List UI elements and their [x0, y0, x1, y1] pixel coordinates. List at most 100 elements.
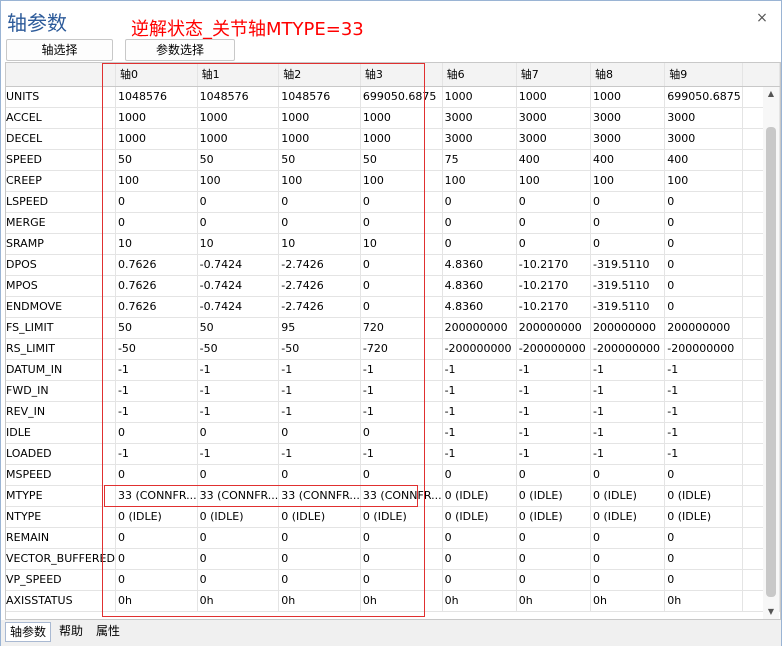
table-cell[interactable]: -720 [360, 338, 443, 360]
table-cell[interactable]: -200000000 [590, 338, 666, 360]
table-cell[interactable]: 0 [278, 527, 361, 549]
table-cell[interactable]: 3000 [664, 128, 744, 150]
table-cell[interactable]: -1 [278, 401, 361, 423]
table-cell[interactable]: 3000 [442, 128, 517, 150]
tab-properties[interactable]: 属性 [92, 622, 124, 642]
column-header[interactable] [742, 63, 780, 87]
table-cell[interactable]: 0 [664, 296, 744, 318]
table-cell[interactable]: 0 (IDLE) [590, 506, 666, 528]
table-cell[interactable]: 100 [442, 170, 517, 192]
table-row[interactable]: LOADED -1 -1 -1 -1 -1 -1 -1 -1 [6, 443, 780, 465]
table-cell[interactable]: -1 [360, 443, 443, 465]
column-header[interactable]: 轴8 [590, 63, 666, 87]
table-cell[interactable]: 0 [516, 464, 592, 486]
table-cell[interactable]: 0 [590, 527, 666, 549]
table-cell[interactable]: 0 [360, 191, 443, 213]
table-row[interactable]: MPOS 0.7626 -0.7424 -2.7426 0 4.8360 -10.2170-… [6, 275, 780, 297]
table-row[interactable]: FS_LIMIT 50 50 95 720 200000000 200000000 20000… [6, 317, 780, 339]
table-cell[interactable]: 0 [664, 527, 744, 549]
table-cell[interactable]: 0 [278, 422, 361, 444]
table-cell[interactable]: 3000 [442, 107, 517, 129]
table-cell[interactable]: -1 [442, 380, 517, 402]
table-cell[interactable]: 1000 [278, 107, 361, 129]
table-cell[interactable]: 50 [197, 149, 280, 171]
table-cell[interactable]: 0 [278, 464, 361, 486]
table-row[interactable]: SRAMP 10 10 10 10 0 0 0 0 [6, 233, 780, 255]
table-cell[interactable]: -1 [442, 359, 517, 381]
table-cell[interactable]: -1 [516, 380, 592, 402]
table-cell[interactable]: -1 [360, 359, 443, 381]
table-cell[interactable]: -0.7424 [197, 254, 280, 276]
table-cell[interactable]: 0 [360, 275, 443, 297]
table-cell[interactable]: 0 [664, 233, 744, 255]
table-cell[interactable]: 0 [360, 296, 443, 318]
table-row[interactable]: AXISSTATUS 0h 0h 0h 0h 0h 0h 0h 0h [6, 590, 780, 612]
table-cell[interactable]: 1000 [360, 107, 443, 129]
table-cell[interactable]: 4.8360 [442, 254, 517, 276]
table-row[interactable]: UNITS 1048576 1048576 1048576 699050.6875 100… [6, 86, 780, 108]
table-cell[interactable]: 0 [360, 569, 443, 591]
table-cell[interactable]: -1 [442, 401, 517, 423]
table-cell[interactable]: -1 [590, 359, 666, 381]
column-header[interactable]: 轴0 [115, 63, 198, 87]
table-row[interactable]: IDLE 0 0 0 0 -1 -1 -1 -1 [6, 422, 780, 444]
table-cell[interactable]: -1 [664, 359, 744, 381]
table-cell[interactable]: 0 [590, 548, 666, 570]
table-cell[interactable]: -50 [115, 338, 198, 360]
table-cell[interactable]: 1000 [360, 128, 443, 150]
table-cell[interactable]: 0h [664, 590, 744, 612]
table-cell[interactable]: 0 (IDLE) [590, 485, 666, 507]
table-cell[interactable]: 50 [115, 149, 198, 171]
table-cell[interactable]: 0 [664, 212, 744, 234]
table-cell[interactable]: 1000 [115, 128, 198, 150]
table-cell[interactable]: -1 [197, 443, 280, 465]
table-row[interactable]: MTYPE 33 (CONNFR... 33 (CONNFR... 33 (CONNF… [6, 485, 780, 507]
column-header[interactable]: 轴6 [442, 63, 517, 87]
table-row[interactable]: RS_LIMIT -50 -50 -50 -720 -200000000 -20000000… [6, 338, 780, 360]
close-icon[interactable]: × [755, 11, 769, 25]
table-cell[interactable]: 1000 [197, 128, 280, 150]
table-cell[interactable]: 400 [664, 149, 744, 171]
table-cell[interactable]: 1000 [115, 107, 198, 129]
table-cell[interactable]: 4.8360 [442, 275, 517, 297]
table-cell[interactable]: -1 [516, 401, 592, 423]
table-cell[interactable]: -1 [516, 359, 592, 381]
table-cell[interactable]: -1 [442, 443, 517, 465]
table-cell[interactable]: 0 [197, 191, 280, 213]
table-cell[interactable]: -0.7424 [197, 275, 280, 297]
table-cell[interactable]: 0 [516, 548, 592, 570]
table-cell[interactable]: -1 [197, 401, 280, 423]
table-cell[interactable]: 0 [197, 464, 280, 486]
table-cell[interactable]: -2.7426 [278, 296, 361, 318]
table-cell[interactable]: 0 (IDLE) [197, 506, 280, 528]
table-row[interactable]: DECEL 1000 1000 1000 1000 3000 3000 3000 3000 [6, 128, 780, 150]
table-cell[interactable]: -10.2170 [516, 296, 592, 318]
table-cell[interactable]: 0 [442, 233, 517, 255]
table-cell[interactable]: 1048576 [115, 86, 198, 108]
table-cell[interactable]: 0 [360, 422, 443, 444]
table-cell[interactable]: 0 [664, 548, 744, 570]
table-cell[interactable]: 33 (CONNFR... [197, 485, 280, 507]
table-cell[interactable]: 0 [115, 464, 198, 486]
table-cell[interactable]: 1000 [197, 107, 280, 129]
table-cell[interactable]: -1 [664, 401, 744, 423]
table-cell[interactable]: 0 [115, 422, 198, 444]
table-row[interactable]: FWD_IN -1 -1 -1 -1 -1 -1 -1 -1 [6, 380, 780, 402]
table-cell[interactable]: -10.2170 [516, 254, 592, 276]
table-cell[interactable]: 0 [115, 191, 198, 213]
column-header[interactable]: 轴1 [197, 63, 280, 87]
table-cell[interactable]: 0 (IDLE) [278, 506, 361, 528]
table-cell[interactable]: 400 [590, 149, 666, 171]
scroll-up-icon[interactable]: ▲ [763, 87, 779, 101]
table-cell[interactable]: 0 [590, 464, 666, 486]
table-cell[interactable]: -1 [115, 380, 198, 402]
table-cell[interactable]: 0h [516, 590, 592, 612]
table-cell[interactable]: 3000 [590, 128, 666, 150]
table-cell[interactable]: 100 [360, 170, 443, 192]
table-cell[interactable]: -1 [590, 401, 666, 423]
table-cell[interactable]: 0 [360, 548, 443, 570]
table-cell[interactable]: -1 [590, 380, 666, 402]
table-cell[interactable]: 0 (IDLE) [442, 506, 517, 528]
table-cell[interactable]: -200000000 [664, 338, 744, 360]
table-cell[interactable]: 0h [442, 590, 517, 612]
